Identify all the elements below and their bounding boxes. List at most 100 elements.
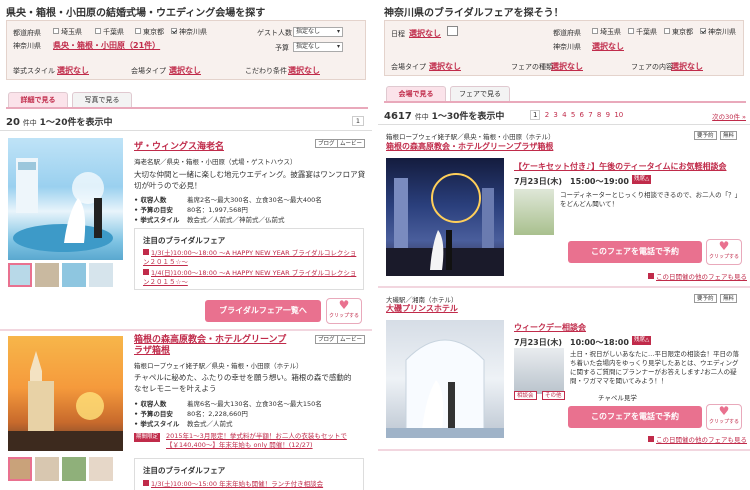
category-tag: その他 bbox=[542, 391, 565, 400]
capacity-label: • 収容人数 bbox=[134, 196, 167, 204]
venue-thumb[interactable] bbox=[8, 457, 32, 481]
fair-desc: コーディネーターとじっくり相談できるので、お二人の「？」をどんどん聞いて！ bbox=[560, 191, 738, 208]
other-fairs-link[interactable]: この日開催の他のフェアも見る bbox=[648, 271, 747, 281]
pref-chiba[interactable]: 千葉県 bbox=[95, 27, 124, 37]
pref-saitama[interactable]: 埼玉県 bbox=[53, 27, 82, 37]
pref-tokyo[interactable]: 東京都 bbox=[664, 27, 693, 37]
venue-name[interactable]: ザ・ウィングス海老名 bbox=[134, 139, 224, 152]
tab-venue[interactable]: 会場で見る bbox=[386, 86, 446, 102]
next-page-link[interactable]: 次の30件 » bbox=[712, 111, 746, 121]
pref-saitama[interactable]: 埼玉県 bbox=[592, 27, 621, 37]
style-link[interactable]: 選択なし bbox=[57, 65, 89, 76]
fair-list-button[interactable]: ブライダルフェア一覧へ bbox=[205, 300, 321, 322]
pref-chiba[interactable]: 千葉県 bbox=[628, 27, 657, 37]
tab-photo[interactable]: 写真で見る bbox=[72, 92, 132, 108]
date-link[interactable]: 選択なし bbox=[409, 28, 441, 39]
type-link[interactable]: 選択なし bbox=[429, 61, 461, 72]
arrow-icon bbox=[648, 273, 654, 279]
style-value: 教会式／人前式／神前式／仏前式 bbox=[187, 216, 285, 224]
venue-name[interactable]: 箱根の森高原教会・ホテルグリーンプラザ箱根 bbox=[386, 141, 553, 152]
fair-desc: 土日・祝日がしいあなたに…平日限定の相談会！平日の落ち着いた会場内をゆっくり見学… bbox=[570, 350, 739, 385]
kodawari-link[interactable]: 選択なし bbox=[288, 65, 320, 76]
clip-button[interactable]: ♥ クリップする bbox=[326, 298, 362, 324]
phone-reserve-button[interactable]: このフェアを電話で予約 bbox=[568, 241, 702, 263]
area-label: 神奈川県 bbox=[553, 43, 581, 51]
free-tag: 無料 bbox=[720, 131, 738, 140]
fair-link[interactable]: 1/4(日)10:00〜18:00 〜A HAPPY NEW YEAR ブライダ… bbox=[143, 269, 357, 287]
search-box: 都道府県 埼玉県 千葉県 東京都 神奈川県 神奈川県 県央・箱根・小田原（21件… bbox=[6, 20, 366, 80]
area-link[interactable]: 選択なし bbox=[592, 41, 624, 52]
venue-catch: 大切な仲間と一緒に楽しむ地元ウエディング。披露宴はワンフロア貸切が叶うので必見！ bbox=[134, 170, 366, 190]
fair-box: 注目のブライダルフェア 1/3(土)10:00〜15:00 年末年始も開催！ラン… bbox=[134, 458, 364, 490]
guest-select[interactable]: 指定なし bbox=[293, 27, 343, 37]
arrow-icon bbox=[143, 249, 149, 255]
fair-link[interactable]: 1/3(土)10:00〜15:00 年末年始も開催！ランチ付き相談会 bbox=[143, 478, 323, 488]
budget-select[interactable]: 指定なし bbox=[293, 42, 343, 52]
type-link[interactable]: 選択なし bbox=[169, 65, 201, 76]
clip-button[interactable]: ♥ クリップする bbox=[706, 239, 742, 265]
venue-photo[interactable] bbox=[8, 336, 123, 451]
style-label: • 挙式スタイル bbox=[134, 420, 180, 428]
venue-location: 海老名駅／県央・箱根・小田原（式場・ゲストハウス） bbox=[134, 158, 297, 166]
budget-value: 80名：2,228,660円 bbox=[187, 410, 248, 418]
pref-kanagawa[interactable]: 神奈川県 bbox=[700, 27, 736, 37]
checkbox-icon[interactable] bbox=[592, 28, 598, 34]
pref-tokyo[interactable]: 東京都 bbox=[135, 27, 164, 37]
venue-photo[interactable] bbox=[8, 138, 123, 260]
checkbox-checked-icon[interactable] bbox=[171, 28, 177, 34]
checkbox-icon[interactable] bbox=[628, 28, 634, 34]
style-label: 挙式スタイル bbox=[13, 67, 55, 75]
fair-thumb bbox=[514, 189, 554, 235]
fair-title-link[interactable]: 【ケーキセット付き♪】午後のティータイムにお気軽相談会 bbox=[514, 161, 726, 172]
checkbox-icon[interactable] bbox=[53, 28, 59, 34]
pagination[interactable]: 1 2 3 4 5 6 7 8 9 10 bbox=[530, 110, 623, 120]
clip-button[interactable]: ♥ クリップする bbox=[706, 404, 742, 430]
pref-kanagawa[interactable]: 神奈川県 bbox=[171, 27, 207, 37]
phone-reserve-button[interactable]: このフェアを電話で予約 bbox=[568, 406, 702, 428]
venue-thumb[interactable] bbox=[35, 263, 59, 287]
venue-location: 箱根ロープウェイ姥子駅／県央・箱根・小田原（ホテル） bbox=[134, 362, 303, 370]
venue-thumb[interactable] bbox=[62, 457, 86, 481]
venue-thumb[interactable] bbox=[8, 263, 32, 287]
movie-tag: ムービー bbox=[337, 335, 366, 344]
type-label: 会場タイプ bbox=[131, 67, 166, 75]
fair-photo[interactable] bbox=[386, 320, 504, 438]
divider bbox=[378, 124, 750, 125]
checkbox-icon[interactable] bbox=[664, 28, 670, 34]
tab-detail[interactable]: 詳細で見る bbox=[8, 92, 68, 108]
limited-badge: 期間限定 bbox=[134, 433, 161, 442]
venue-thumb[interactable] bbox=[35, 457, 59, 481]
venue-thumb[interactable] bbox=[89, 457, 113, 481]
venue-name[interactable]: 大磯プリンスホテル bbox=[386, 303, 458, 314]
venue-thumb[interactable] bbox=[89, 263, 113, 287]
fair-link[interactable]: 1/3(土)10:00〜18:00 〜A HAPPY NEW YEAR ブライダ… bbox=[143, 249, 357, 267]
area-link[interactable]: 県央・箱根・小田原（21件） bbox=[53, 40, 160, 51]
checkbox-icon[interactable] bbox=[135, 28, 141, 34]
checkbox-icon[interactable] bbox=[95, 28, 101, 34]
page-title: 県央・箱根・小田原の結婚式場・ウエディング会場を探す bbox=[6, 8, 266, 19]
result-count: 20 件中 1〜20件を表示中 bbox=[6, 117, 113, 128]
fair-thumb bbox=[514, 348, 564, 394]
result-count: 4617 件中 1〜30件を表示中 bbox=[384, 111, 505, 122]
venue-thumb[interactable] bbox=[62, 263, 86, 287]
checkbox-checked-icon[interactable] bbox=[700, 28, 706, 34]
other-fairs-link[interactable]: この日開催の他のフェアも見る bbox=[648, 434, 747, 444]
page-current[interactable]: 1 bbox=[351, 116, 364, 126]
page-title: 神奈川県のブライダルフェアを探そう！ bbox=[384, 8, 564, 19]
type-label: 会場タイプ bbox=[391, 63, 426, 71]
venue-name[interactable]: 箱根の森高原教会・ホテルグリーンプラザ箱根 bbox=[134, 335, 294, 357]
tab-fair[interactable]: フェアで見る bbox=[450, 86, 510, 102]
fair-content-link[interactable]: 選択なし bbox=[671, 61, 703, 72]
fair-title-link[interactable]: ウィークデー相談会 bbox=[514, 322, 586, 333]
reserve-tag: 要予約 bbox=[694, 294, 717, 303]
budget-label: • 予算の目安 bbox=[134, 410, 173, 418]
fair-heading: 注目のブライダルフェア bbox=[143, 236, 226, 245]
arrow-icon bbox=[648, 436, 654, 442]
budget-label: • 予算の目安 bbox=[134, 206, 173, 214]
capacity-value: 着席2名〜最大300名、立食30名〜最大400名 bbox=[187, 196, 322, 204]
fair-photo[interactable] bbox=[386, 158, 504, 276]
fair-type-link[interactable]: 選択なし bbox=[551, 61, 583, 72]
special-link[interactable]: 2015年1〜3月限定！挙式料が半額！お二人の衣装もセットで【￥140,400〜… bbox=[166, 432, 364, 450]
kodawari-label: こだわり条件 bbox=[245, 67, 287, 75]
calendar-icon[interactable] bbox=[447, 26, 458, 36]
